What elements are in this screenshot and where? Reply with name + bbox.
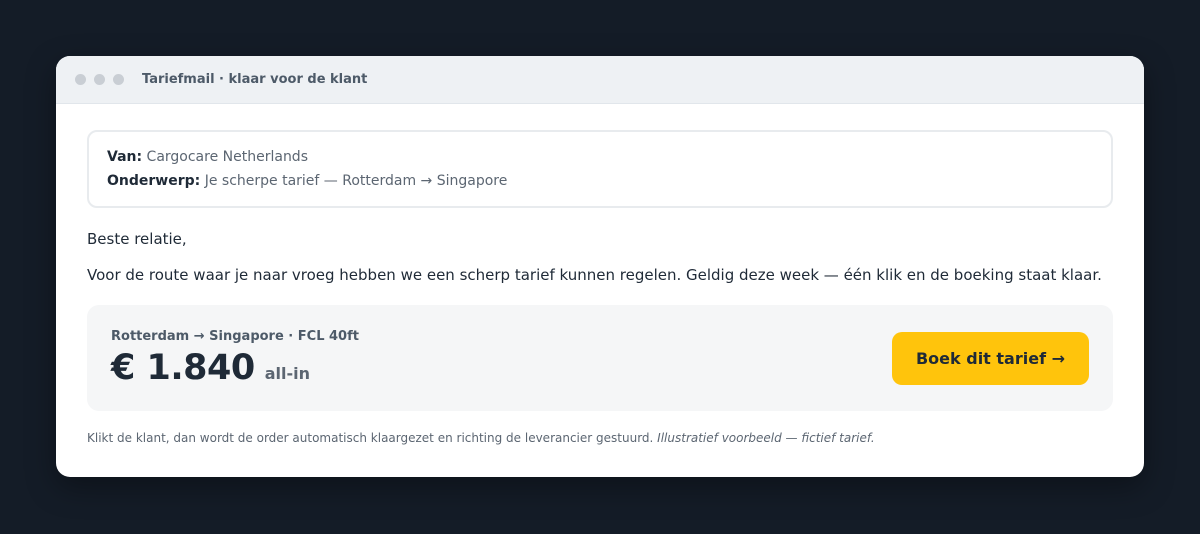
footnote: Klikt de klant, dan wordt de order autom…: [87, 431, 1113, 445]
from-line: Van: Cargocare Netherlands: [107, 145, 1093, 169]
footnote-text: Klikt de klant, dan wordt de order autom…: [87, 431, 654, 445]
rate-route: Rotterdam → Singapore · FCL 40ft: [111, 328, 359, 344]
subject-line: Onderwerp: Je scherpe tarief — Rotterdam…: [107, 169, 1093, 193]
email-preview-window: Tariefmail · klaar voor de klant Van: Ca…: [56, 56, 1144, 477]
window-minimize-dot[interactable]: [94, 74, 105, 85]
footnote-disclaimer: Illustratief voorbeeld — fictief tarief.: [657, 431, 875, 445]
rate-card: Rotterdam → Singapore · FCL 40ft € 1.840…: [87, 305, 1113, 411]
subject-value: Je scherpe tarief — Rotterdam → Singapor…: [204, 173, 508, 189]
window-titlebar: Tariefmail · klaar voor de klant: [56, 56, 1144, 104]
window-maximize-dot[interactable]: [113, 74, 124, 85]
email-header: Van: Cargocare Netherlands Onderwerp: Je…: [87, 130, 1113, 208]
rate-price: € 1.840: [111, 347, 255, 388]
rate-info: Rotterdam → Singapore · FCL 40ft € 1.840…: [111, 329, 359, 388]
window-title: Tariefmail · klaar voor de klant: [142, 72, 368, 87]
from-value: Cargocare Netherlands: [146, 149, 308, 165]
window-close-dot[interactable]: [75, 74, 86, 85]
book-rate-button[interactable]: Boek dit tarief →: [892, 331, 1089, 385]
from-label: Van:: [107, 149, 143, 165]
subject-label: Onderwerp:: [107, 173, 201, 189]
price-suffix: all-in: [264, 363, 311, 383]
email-greeting: Beste relatie,: [87, 230, 187, 248]
email-body: Voor de route waar je naar vroeg hebben …: [87, 266, 1102, 284]
price-row: € 1.840 all-in: [111, 348, 359, 388]
email-content: Van: Cargocare Netherlands Onderwerp: Je…: [56, 104, 1144, 445]
